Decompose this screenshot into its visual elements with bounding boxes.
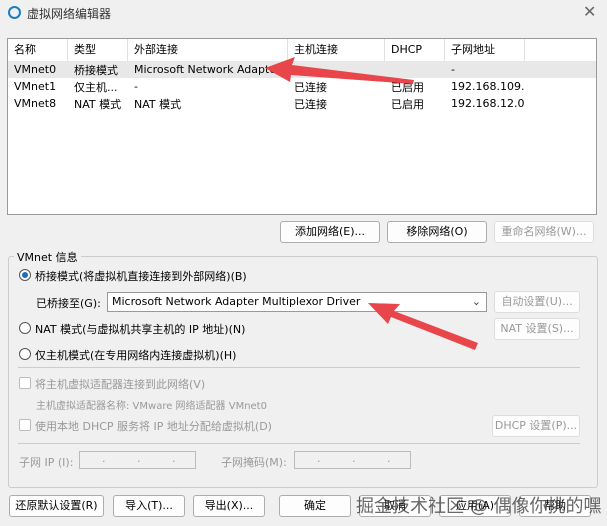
cell: 已连接 (294, 80, 327, 94)
cell: NAT 模式 (134, 97, 182, 111)
bridge-to-label: 已桥接至(G): (36, 297, 101, 310)
col-host[interactable]: 主机连接 (288, 39, 385, 61)
import-button[interactable]: 导入(T)... (113, 495, 185, 517)
cell: Microsoft Network Adapter ... (134, 63, 288, 76)
col-type[interactable]: 类型 (68, 39, 128, 61)
cell: 192.168.109.0 (451, 80, 525, 93)
close-button[interactable]: ✕ (583, 2, 596, 21)
divider (18, 367, 580, 368)
cell: - (451, 63, 455, 76)
watermark: 掘金技术社区 @ 偶像你挑的嘿 (356, 496, 602, 517)
add-network-button[interactable]: 添加网络(E)... (280, 221, 380, 243)
cell: VMnet8 (14, 97, 57, 110)
network-list[interactable]: 名称 类型 外部连接 主机连接 DHCP 子网地址 VMnet0 桥接模式 Micr… (7, 38, 597, 215)
table-row[interactable]: VMnet8 NAT 模式 NAT 模式 已连接 已启用 192.168.12.0 (8, 95, 596, 112)
col-dhcp[interactable]: DHCP (385, 39, 445, 61)
dhcp-label: 使用本地 DHCP 服务将 IP 地址分配给虚拟机(D) (35, 420, 272, 433)
nat-settings-button[interactable]: NAT 设置(S)... (494, 318, 580, 340)
cell: 桥接模式 (74, 63, 118, 77)
subnet-mask-label: 子网掩码(M): (221, 456, 287, 469)
dhcp-settings-button[interactable]: DHCP 设置(P)... (492, 415, 580, 437)
col-name[interactable]: 名称 (8, 39, 68, 61)
cell: NAT 模式 (74, 97, 122, 111)
bridge-label: 桥接模式(将虚拟机直接连接到外部网络)(B) (35, 270, 247, 283)
divider (18, 443, 580, 444)
chevron-down-icon: ⌄ (471, 295, 481, 308)
nat-label: NAT 模式(与虚拟机共享主机的 IP 地址)(N) (35, 323, 246, 336)
export-button[interactable]: 导出(X)... (193, 495, 265, 517)
connect-adapter-checkbox[interactable] (19, 377, 31, 389)
title-bar: 虚拟网络编辑器 ✕ (0, 0, 607, 28)
col-subnet[interactable]: 子网地址 (445, 39, 525, 61)
subnet-ip-input[interactable]: . . . (79, 451, 196, 469)
table-header: 名称 类型 外部连接 主机连接 DHCP 子网地址 (8, 39, 596, 61)
dhcp-checkbox[interactable] (19, 419, 31, 431)
window-title: 虚拟网络编辑器 (27, 7, 112, 21)
nat-radio[interactable] (19, 322, 31, 334)
globe-icon (8, 6, 21, 19)
table-row[interactable]: VMnet0 桥接模式 Microsoft Network Adapter ... - (8, 61, 596, 78)
remove-network-button[interactable]: 移除网络(O) (387, 221, 487, 243)
rename-network-button[interactable]: 重命名网络(W)... (494, 221, 594, 243)
hostonly-label: 仅主机模式(在专用网络内连接虚拟机)(H) (35, 349, 237, 362)
subnet-mask-input[interactable]: . . . (294, 451, 411, 469)
cell: 仅主机... (74, 80, 118, 94)
cell: 192.168.12.0 (451, 97, 525, 110)
ok-button[interactable]: 确定 (279, 495, 351, 517)
select-value: Microsoft Network Adapter Multiplexor Dr… (112, 295, 361, 308)
bridge-radio[interactable] (19, 269, 31, 281)
cell: 已连接 (294, 97, 327, 111)
col-external[interactable]: 外部连接 (128, 39, 288, 61)
cell: VMnet1 (14, 80, 57, 93)
cell: 已启用 (391, 80, 424, 94)
table-row[interactable]: VMnet1 仅主机... - 已连接 已启用 192.168.109.0 (8, 78, 596, 95)
auto-settings-button[interactable]: 自动设置(U)... (494, 291, 580, 313)
cell: - (134, 80, 138, 93)
cell: 已启用 (391, 97, 424, 111)
restore-defaults-button[interactable]: 还原默认设置(R) (9, 495, 104, 517)
bridge-adapter-select[interactable]: Microsoft Network Adapter Multiplexor Dr… (107, 292, 487, 312)
subnet-ip-label: 子网 IP (I): (19, 456, 74, 469)
cell: VMnet0 (14, 63, 57, 76)
hostonly-radio[interactable] (19, 348, 31, 360)
adapter-name: 主机虚拟适配器名称: VMware 网络适配器 VMnet0 (36, 401, 267, 412)
group-label: VMnet 信息 (14, 249, 81, 265)
connect-adapter-label: 将主机虚拟适配器连接到此网络(V) (35, 378, 206, 391)
